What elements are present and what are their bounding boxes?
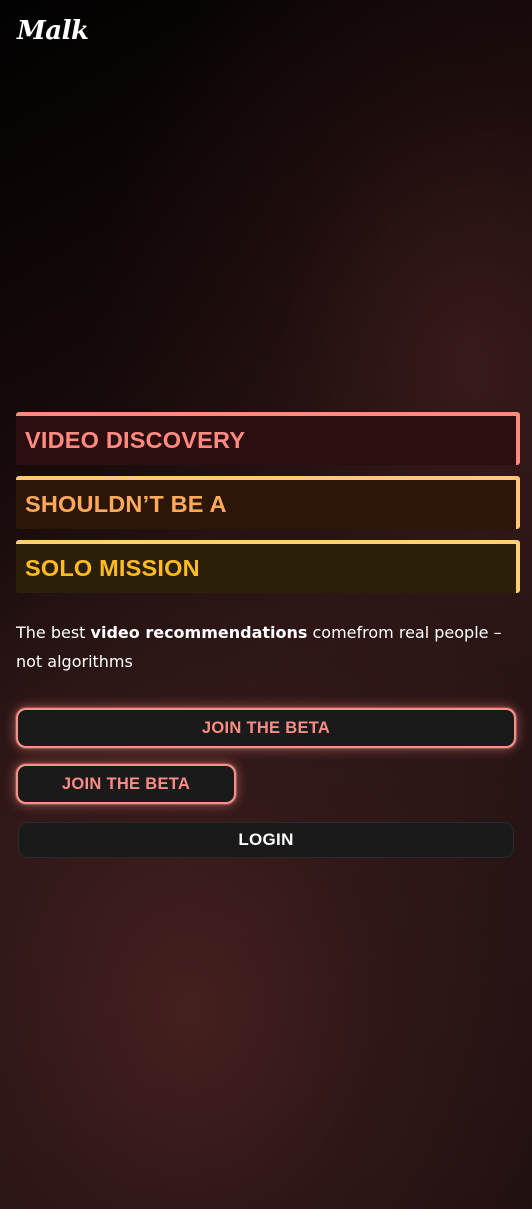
hero-headline: VIDEO DISCOVERY SHOULDN’T BE A SOLO MISS… — [16, 412, 520, 604]
hero-tagline: The best video recommendations comefrom … — [16, 618, 521, 676]
join-beta-button-secondary[interactable]: JOIN THE BETA — [16, 764, 236, 804]
headline-line-solo-mission: SOLO MISSION — [16, 540, 520, 593]
join-beta-button-primary[interactable]: JOIN THE BETA — [16, 708, 516, 748]
headline-line-video-discovery: VIDEO DISCOVERY — [16, 412, 520, 465]
login-button[interactable]: LOGIN — [18, 822, 514, 858]
tagline-prefix: The best — [16, 623, 91, 642]
tagline-emphasis: video recommendations — [90, 623, 308, 642]
malk-logo[interactable]: Malk — [17, 18, 89, 44]
headline-line-shouldnt-be-a: SHOULDN’T BE A — [16, 476, 520, 529]
